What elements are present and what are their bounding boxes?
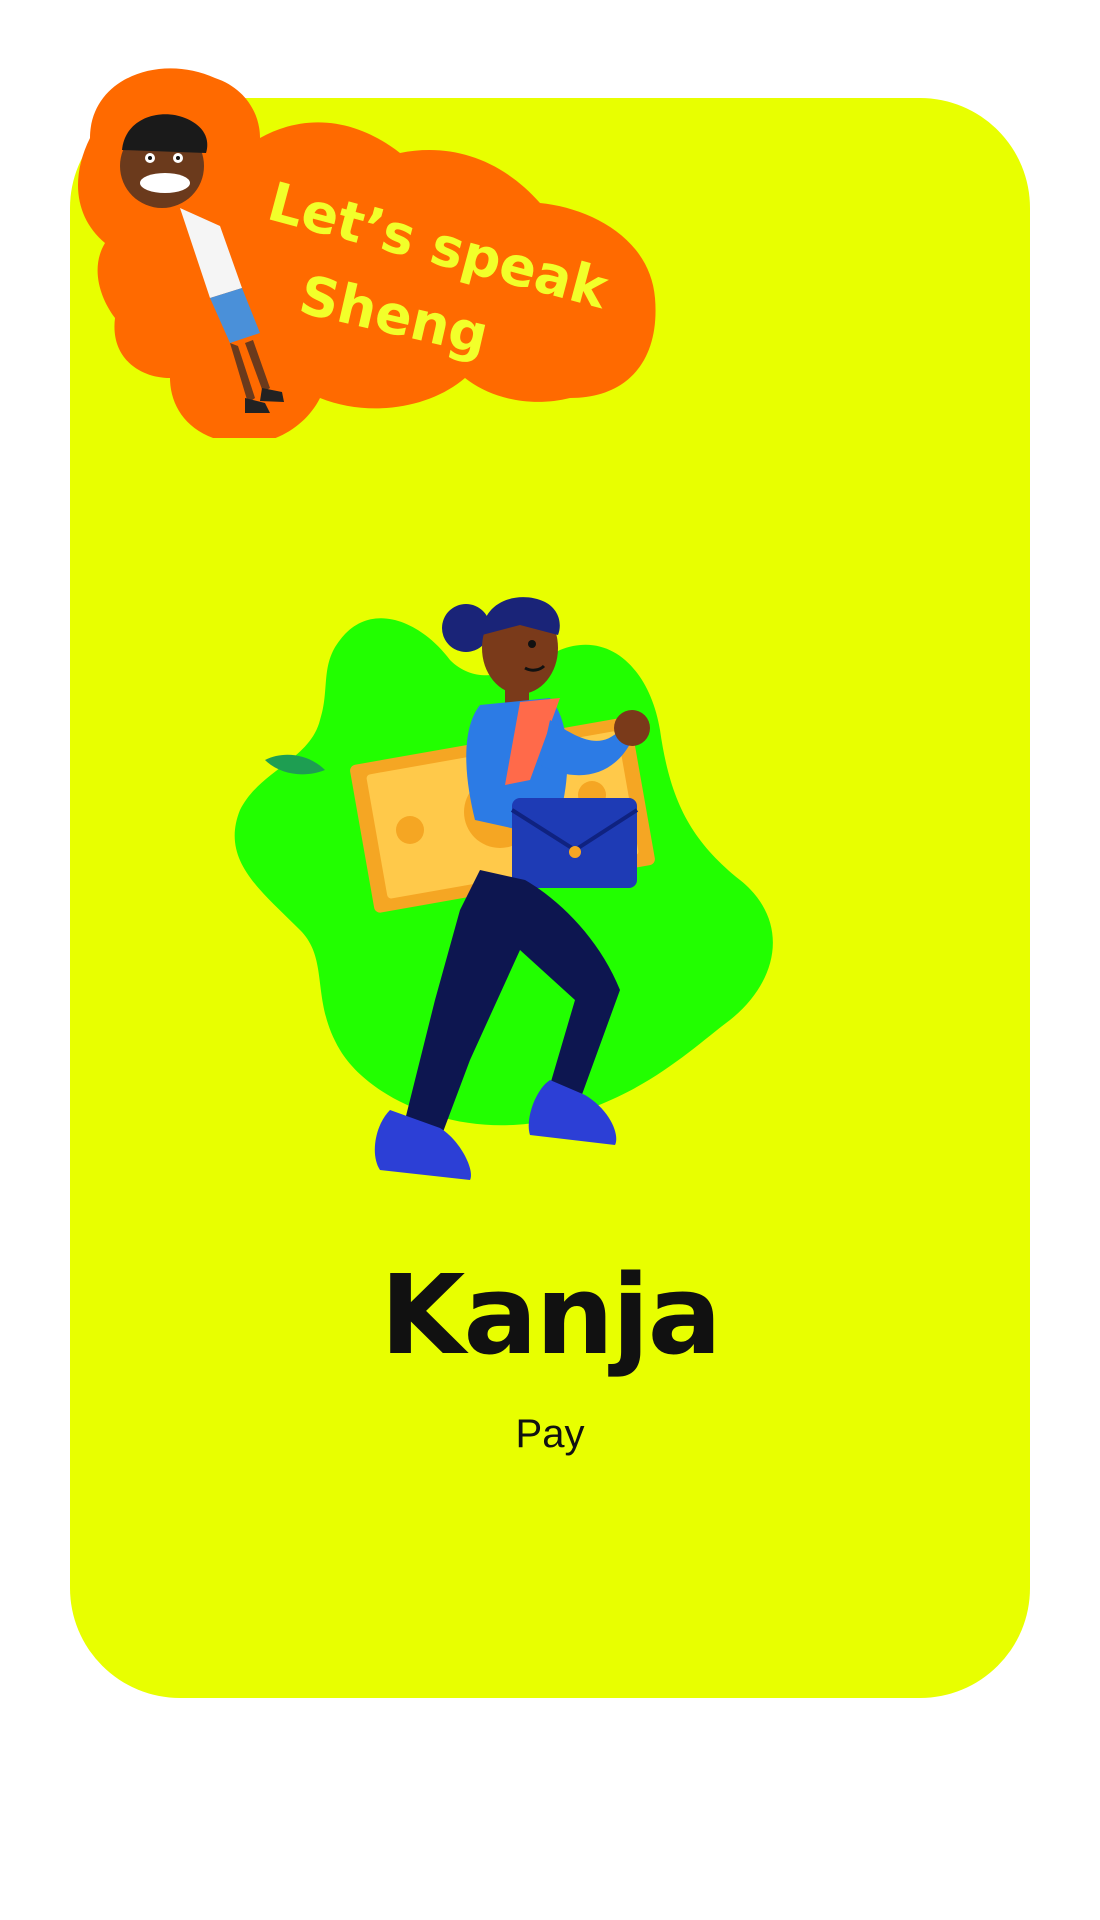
- briefcase-icon: [510, 798, 639, 888]
- sheng-word: Kanja: [380, 1251, 722, 1379]
- hand: [614, 710, 650, 746]
- english-translation: Pay: [515, 1412, 585, 1456]
- page: Kanja Pay Let’s speak Sheng: [0, 0, 1100, 1920]
- woman-carrying-money-illustration: [234, 597, 773, 1180]
- lets-speak-sheng-sticker: Let’s speak Sheng: [70, 58, 690, 444]
- sticker-text-group: Let’s speak Sheng: [70, 58, 690, 438]
